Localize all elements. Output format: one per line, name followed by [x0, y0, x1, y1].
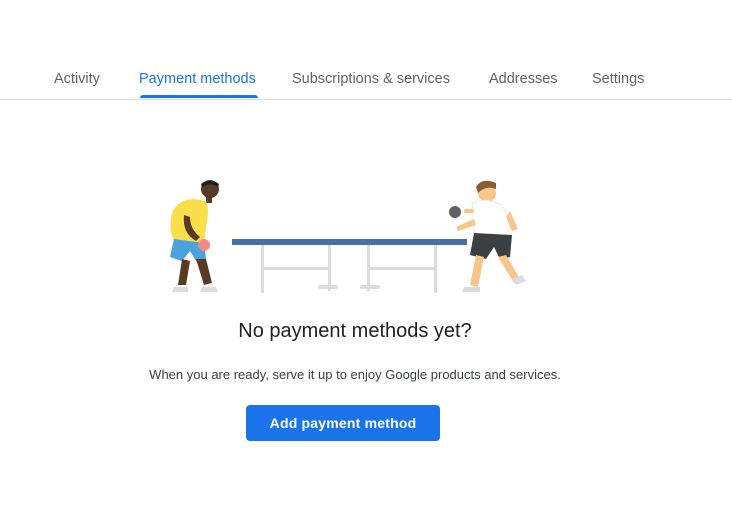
- tab-subscriptions-services[interactable]: Subscriptions & services: [292, 71, 450, 99]
- tab-addresses[interactable]: Addresses: [489, 71, 558, 99]
- table-top: [232, 239, 467, 245]
- left-player-figure: [170, 180, 219, 292]
- payments-page: Activity Payment methods Subscriptions &…: [0, 0, 732, 529]
- empty-state-subtitle: When you are ready, serve it up to enjoy…: [149, 367, 561, 382]
- tab-activity[interactable]: Activity: [54, 71, 100, 99]
- right-player-figure: [449, 180, 526, 292]
- empty-state-title: No payment methods yet?: [238, 320, 472, 342]
- tab-bar: Activity Payment methods Subscriptions &…: [0, 60, 732, 100]
- tab-settings[interactable]: Settings: [592, 71, 644, 99]
- add-payment-method-button[interactable]: Add payment method: [246, 405, 440, 441]
- active-tab-indicator: [140, 95, 258, 98]
- ping-pong-players-illustration: [160, 175, 550, 300]
- ping-pong-table: [232, 239, 467, 293]
